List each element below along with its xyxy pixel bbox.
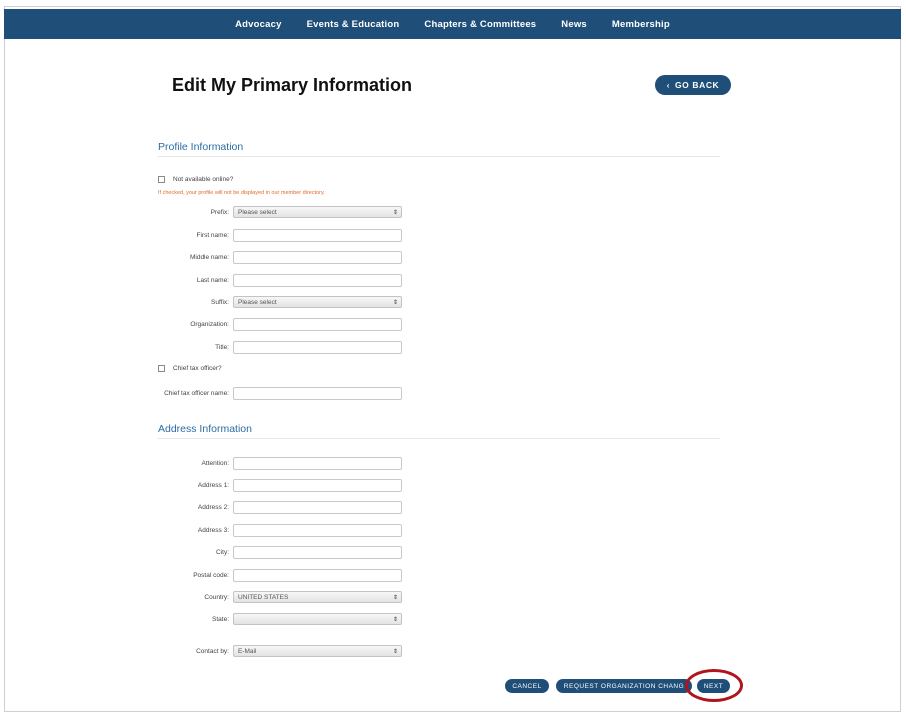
title-input[interactable] bbox=[233, 340, 402, 354]
contact-by-label: Contact by: bbox=[196, 647, 229, 655]
prefix-row: Prefix: Please select ⇕ bbox=[150, 205, 410, 219]
middle-name-input[interactable] bbox=[233, 250, 402, 264]
attention-input[interactable] bbox=[233, 456, 402, 470]
profile-section-title: Profile Information bbox=[158, 141, 244, 153]
nav-membership[interactable]: Membership bbox=[612, 19, 670, 30]
not-available-label: Not available online? bbox=[173, 176, 234, 183]
last-name-label: Last name: bbox=[196, 276, 229, 284]
first-name-row: First name: bbox=[150, 228, 410, 242]
nav-advocacy[interactable]: Advocacy bbox=[235, 19, 281, 30]
last-name-input[interactable] bbox=[233, 273, 402, 287]
organization-label: Organization: bbox=[190, 320, 229, 328]
organization-row: Organization: bbox=[150, 317, 410, 331]
address3-label: Address 3: bbox=[197, 526, 229, 534]
attention-row: Attention: bbox=[150, 456, 410, 470]
profile-section-divider bbox=[158, 156, 720, 157]
postal-code-label: Postal code: bbox=[193, 571, 229, 579]
organization-input[interactable] bbox=[233, 317, 402, 331]
state-row: State: ⇕ bbox=[150, 612, 410, 626]
prefix-select[interactable]: Please select ⇕ bbox=[233, 206, 402, 218]
chevron-left-icon: ‹ bbox=[666, 80, 670, 90]
select-arrows-icon: ⇕ bbox=[392, 648, 398, 655]
not-available-note: If checked, your profile will not be dis… bbox=[158, 190, 325, 196]
go-back-button[interactable]: ‹ GO BACK bbox=[655, 75, 731, 95]
select-arrows-icon: ⇕ bbox=[392, 299, 398, 306]
address-section-title: Address Information bbox=[158, 423, 252, 435]
address3-row: Address 3: bbox=[150, 523, 410, 537]
address2-input[interactable] bbox=[233, 500, 402, 514]
page-frame bbox=[4, 6, 901, 712]
cancel-button[interactable]: CANCEL bbox=[505, 679, 549, 693]
state-label: State: bbox=[212, 615, 229, 623]
chief-tax-checkbox[interactable] bbox=[158, 365, 165, 372]
address1-row: Address 1: bbox=[150, 478, 410, 492]
top-navigation: Advocacy Events & Education Chapters & C… bbox=[4, 9, 901, 39]
not-available-checkbox[interactable] bbox=[158, 176, 165, 183]
city-label: City: bbox=[216, 548, 229, 556]
suffix-select[interactable]: Please select ⇕ bbox=[233, 296, 402, 308]
last-name-row: Last name: bbox=[150, 273, 410, 287]
suffix-row: Suffix: Please select ⇕ bbox=[150, 295, 410, 309]
page-title: Edit My Primary Information bbox=[172, 75, 413, 95]
nav-events-education[interactable]: Events & Education bbox=[307, 19, 400, 30]
chief-tax-name-label: Chief tax officer name: bbox=[164, 389, 229, 397]
state-select[interactable]: ⇕ bbox=[233, 613, 402, 625]
chief-tax-row: Chief tax officer? bbox=[158, 365, 222, 372]
not-available-row: Not available online? bbox=[158, 176, 233, 183]
country-select[interactable]: UNITED STATES ⇕ bbox=[233, 591, 402, 603]
address1-label: Address 1: bbox=[197, 481, 229, 489]
address2-label: Address 2: bbox=[197, 503, 229, 511]
chief-tax-name-row: Chief tax officer name: bbox=[150, 386, 410, 400]
contact-by-select[interactable]: E-Mail ⇕ bbox=[233, 645, 402, 657]
request-organization-change-button[interactable]: REQUEST ORGANIZATION CHANG bbox=[556, 679, 692, 693]
address3-input[interactable] bbox=[233, 523, 402, 537]
city-input[interactable] bbox=[233, 545, 402, 559]
chief-tax-name-input[interactable] bbox=[233, 386, 402, 400]
address2-row: Address 2: bbox=[150, 500, 410, 514]
country-label: Country: bbox=[204, 593, 229, 601]
go-back-label: GO BACK bbox=[674, 80, 720, 90]
country-select-value: UNITED STATES bbox=[238, 593, 289, 601]
middle-name-label: Middle name: bbox=[189, 253, 229, 261]
prefix-select-value: Please select bbox=[238, 208, 277, 216]
title-row: Title: bbox=[150, 340, 410, 354]
address1-input[interactable] bbox=[233, 478, 402, 492]
first-name-label: First name: bbox=[196, 231, 229, 239]
contact-by-select-value: E-Mail bbox=[238, 647, 257, 655]
attention-label: Attention: bbox=[201, 459, 229, 467]
middle-name-row: Middle name: bbox=[150, 250, 410, 264]
contact-by-row: Contact by: E-Mail ⇕ bbox=[150, 644, 410, 658]
first-name-input[interactable] bbox=[233, 228, 402, 242]
address-section-divider bbox=[158, 438, 720, 439]
select-arrows-icon: ⇕ bbox=[392, 616, 398, 623]
select-arrows-icon: ⇕ bbox=[392, 209, 398, 216]
chief-tax-label: Chief tax officer? bbox=[173, 365, 222, 372]
suffix-label: Suffix: bbox=[211, 298, 229, 306]
nav-chapters-committees[interactable]: Chapters & Committees bbox=[424, 19, 536, 30]
prefix-label: Prefix: bbox=[210, 208, 229, 216]
nav-news[interactable]: News bbox=[561, 19, 587, 30]
country-row: Country: UNITED STATES ⇕ bbox=[150, 590, 410, 604]
suffix-select-value: Please select bbox=[238, 298, 277, 306]
postal-code-input[interactable] bbox=[233, 568, 402, 582]
city-row: City: bbox=[150, 545, 410, 559]
postal-code-row: Postal code: bbox=[150, 568, 410, 582]
select-arrows-icon: ⇕ bbox=[392, 594, 398, 601]
next-button[interactable]: NEXT bbox=[697, 679, 730, 693]
title-label: Title: bbox=[215, 343, 229, 351]
